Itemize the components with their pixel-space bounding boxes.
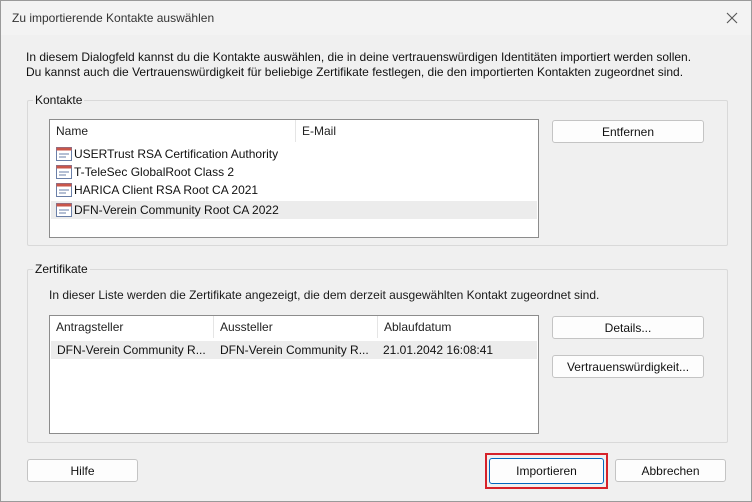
close-icon — [726, 12, 738, 24]
contact-row[interactable]: T-TeleSec GlobalRoot Class 2 — [51, 163, 537, 181]
column-header-email[interactable]: E-Mail — [296, 120, 538, 142]
import-button[interactable]: Importieren — [489, 458, 604, 484]
certificate-expiry: 21.01.2042 16:08:41 — [383, 343, 494, 357]
contact-row[interactable]: HARICA Client RSA Root CA 2021 — [51, 181, 537, 199]
contact-name: USERTrust RSA Certification Authority — [74, 147, 279, 161]
column-header-subject[interactable]: Antragsteller — [50, 316, 214, 338]
certificate-row[interactable]: DFN-Verein Community R... DFN-Verein Com… — [51, 341, 537, 359]
import-contacts-dialog: Zu importierende Kontakte auswählen In d… — [0, 0, 752, 502]
column-header-expiry[interactable]: Ablaufdatum — [378, 316, 538, 338]
help-button[interactable]: Hilfe — [27, 459, 138, 482]
certificate-issuer: DFN-Verein Community R... — [220, 343, 369, 357]
certificates-description: In dieser Liste werden die Zertifikate a… — [49, 288, 600, 302]
certificates-list[interactable]: Antragsteller Aussteller Ablaufdatum DFN… — [49, 315, 539, 434]
contact-name: HARICA Client RSA Root CA 2021 — [74, 183, 259, 197]
contact-row-selected[interactable]: DFN-Verein Community Root CA 2022 — [51, 201, 537, 219]
details-button[interactable]: Details... — [552, 316, 704, 339]
contact-name: T-TeleSec GlobalRoot Class 2 — [74, 165, 235, 179]
column-header-issuer[interactable]: Aussteller — [214, 316, 378, 338]
column-header-name[interactable]: Name — [50, 120, 296, 142]
certificate-icon — [56, 203, 72, 217]
certificates-group-label: Zertifikate — [33, 262, 90, 276]
intro-line-2: Du kannst auch die Vertrauenswürdigkeit … — [26, 65, 684, 79]
certificate-subject: DFN-Verein Community R... — [57, 343, 206, 357]
certificate-icon — [56, 147, 72, 161]
title-bar: Zu importierende Kontakte auswählen — [1, 1, 751, 35]
certificate-icon — [56, 165, 72, 179]
remove-button[interactable]: Entfernen — [552, 120, 704, 143]
close-button[interactable] — [721, 7, 743, 29]
certificate-icon — [56, 183, 72, 197]
dialog-title: Zu importierende Kontakte auswählen — [12, 11, 215, 25]
trust-button[interactable]: Vertrauenswürdigkeit... — [552, 355, 704, 378]
contact-row[interactable]: USERTrust RSA Certification Authority — [51, 145, 537, 163]
contacts-list[interactable]: Name E-Mail USERTrust RSA Certification … — [49, 119, 539, 238]
contact-name: DFN-Verein Community Root CA 2022 — [74, 203, 279, 217]
contacts-group-label: Kontakte — [33, 93, 85, 107]
cancel-button[interactable]: Abbrechen — [615, 459, 726, 482]
intro-text: In diesem Dialogfeld kannst du die Konta… — [26, 50, 731, 80]
intro-line-1: In diesem Dialogfeld kannst du die Konta… — [26, 50, 692, 64]
